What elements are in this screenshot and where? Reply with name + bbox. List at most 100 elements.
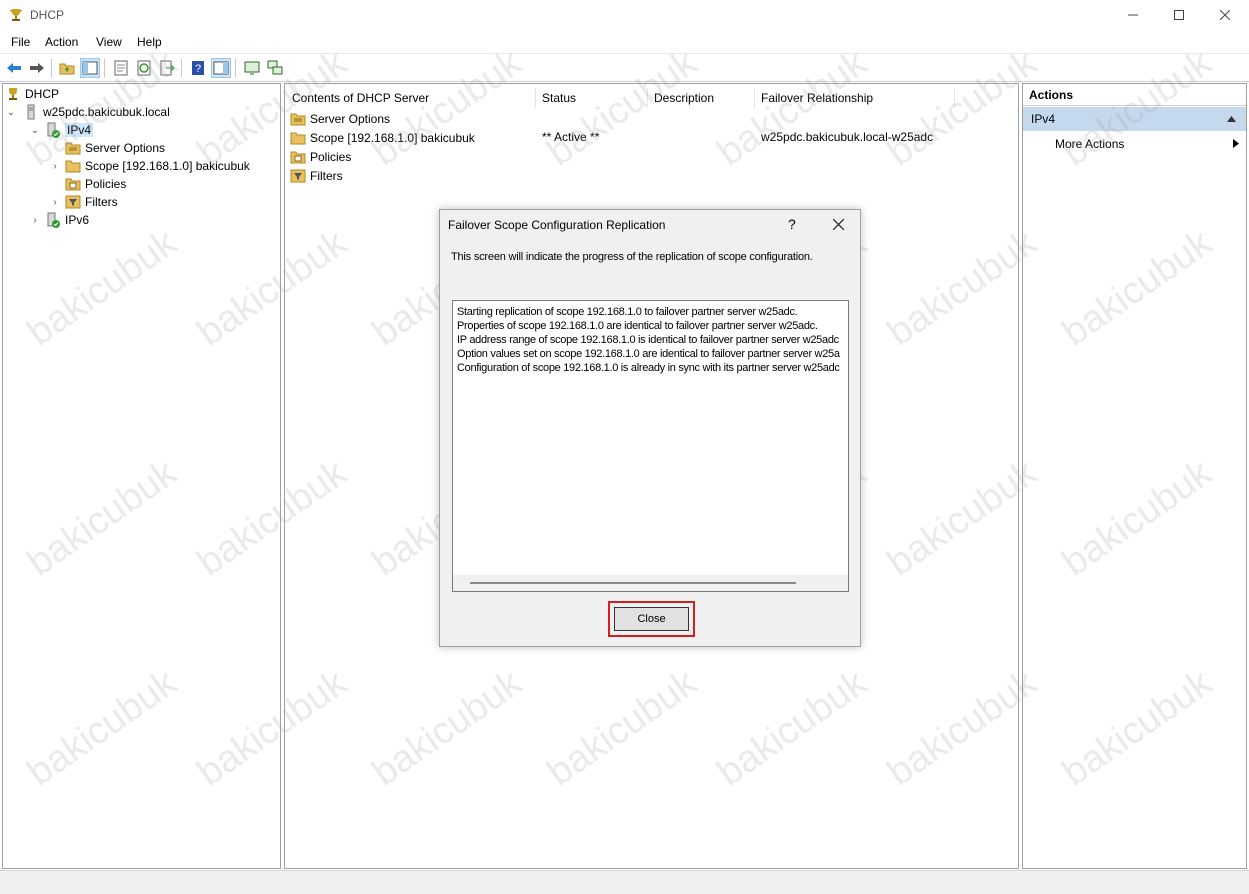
failover-replication-dialog: Failover Scope Configuration Replication…	[439, 209, 861, 647]
log-line: Starting replication of scope 192.168.1.…	[457, 306, 798, 318]
refresh-icon	[137, 60, 151, 76]
window-close-button[interactable]	[1202, 0, 1248, 30]
submenu-arrow-icon[interactable]	[1233, 139, 1239, 148]
minimize-button[interactable]	[1110, 0, 1156, 30]
list-item[interactable]: Policies	[290, 147, 1010, 166]
dialog-close-x-button[interactable]	[828, 214, 848, 234]
tree-node-server-options[interactable]: Server Options	[5, 139, 250, 157]
tree-node-scope[interactable]: › Scope [192.168.1.0] bakicubuk	[5, 157, 250, 175]
chevron-down-icon[interactable]: ⌄	[5, 106, 17, 118]
minimize-icon	[1128, 14, 1138, 16]
close-button[interactable]: Close	[614, 607, 689, 631]
ipv6-check-icon	[47, 212, 60, 228]
tree-node-server[interactable]: ⌄ w25pdc.bakicubuk.local	[5, 103, 250, 121]
actions-group-ipv4[interactable]: IPv4	[1023, 107, 1246, 131]
row-name: Scope [192.168.1.0] bakicubuk	[310, 130, 475, 145]
row-name: Server Options	[310, 111, 391, 126]
tree-label-dhcp: DHCP	[25, 87, 60, 101]
menu-help[interactable]: Help	[137, 35, 162, 49]
toolbar-separator	[235, 59, 236, 77]
tree-label-ipv6: IPv6	[65, 213, 90, 227]
menu-file[interactable]: File	[11, 35, 30, 49]
network-servers-button[interactable]	[265, 58, 285, 78]
back-button[interactable]	[4, 58, 24, 78]
chevron-down-icon[interactable]: ⌄	[29, 124, 41, 136]
tree-node-filters[interactable]: › Filters	[5, 193, 250, 211]
menu-view[interactable]: View	[96, 35, 122, 49]
up-one-level-button[interactable]	[57, 58, 77, 78]
contents-list: Server Options Scope [192.168.1.0] bakic…	[290, 109, 1010, 185]
list-item[interactable]: Filters	[290, 166, 1010, 185]
svg-text:?: ?	[195, 63, 201, 75]
folder-icon	[290, 132, 306, 144]
tree-node-dhcp[interactable]: DHCP	[5, 85, 250, 103]
show-hide-console-tree-button[interactable]	[80, 58, 100, 78]
chevron-right-icon[interactable]: ›	[29, 214, 41, 226]
column-header-description[interactable]: Description	[648, 88, 755, 108]
chevron-right-icon[interactable]: ›	[49, 196, 61, 208]
server-icon	[27, 104, 35, 120]
server-authorize-button[interactable]	[242, 58, 262, 78]
export-list-button[interactable]	[157, 58, 177, 78]
dialog-description: This screen will indicate the progress o…	[451, 251, 813, 263]
console-tree-icon	[82, 61, 98, 75]
dhcp-trophy-icon	[9, 88, 17, 100]
network-monitors-icon	[267, 60, 283, 75]
properties-button[interactable]	[111, 58, 131, 78]
close-icon	[832, 218, 844, 230]
column-header-failover[interactable]: Failover Relationship	[755, 88, 955, 108]
refresh-button[interactable]	[134, 58, 154, 78]
filter-icon	[290, 169, 306, 182]
toolbar-separator	[181, 59, 182, 77]
help-book-icon: ?	[192, 61, 204, 75]
column-header-status[interactable]: Status	[536, 88, 648, 108]
tree-label-ipv4: IPv4	[65, 123, 94, 137]
help-button[interactable]: ?	[188, 58, 208, 78]
log-line: Configuration of scope 192.168.1.0 is al…	[457, 362, 840, 374]
menu-action[interactable]: Action	[45, 35, 78, 49]
list-item[interactable]: Scope [192.168.1.0] bakicubuk ** Active …	[290, 128, 1010, 147]
policies-icon	[290, 151, 306, 163]
maximize-icon	[1174, 10, 1184, 20]
forward-button[interactable]	[27, 58, 47, 78]
show-hide-action-pane-button[interactable]	[211, 58, 231, 78]
log-line: Properties of scope 192.168.1.0 are iden…	[457, 320, 818, 332]
close-icon	[1220, 10, 1230, 20]
replication-log[interactable]: Starting replication of scope 192.168.1.…	[452, 300, 849, 592]
list-item[interactable]: Server Options	[290, 109, 1010, 128]
status-bar	[0, 870, 1249, 894]
dialog-help-button[interactable]: ?	[788, 216, 796, 232]
server-options-icon	[290, 113, 306, 125]
policies-icon	[65, 178, 81, 191]
tree-node-policies[interactable]: Policies	[5, 175, 250, 193]
window-title: DHCP	[30, 8, 65, 22]
collapse-up-icon[interactable]	[1227, 116, 1236, 122]
row-name: Policies	[310, 149, 352, 164]
row-status: ** Active **	[542, 130, 600, 144]
action-more-actions[interactable]: More Actions	[1055, 137, 1124, 151]
actions-group-label: IPv4	[1031, 112, 1056, 126]
row-failover: w25pdc.bakicubuk.local-w25adc	[761, 130, 934, 144]
horizontal-scrollbar[interactable]	[453, 575, 848, 591]
folder-up-icon	[59, 63, 75, 75]
folder-icon	[65, 160, 81, 173]
maximize-button[interactable]	[1156, 0, 1202, 30]
tree-node-ipv6[interactable]: › IPv6	[5, 211, 250, 229]
column-header-contents[interactable]: Contents of DHCP Server	[286, 88, 536, 108]
row-name: Filters	[310, 168, 343, 183]
menu-bar: File Action View Help	[0, 31, 1249, 53]
console-tree-pane: DHCP ⌄ w25pdc.bakicubuk.local ⌄ IPv4 Ser…	[2, 83, 281, 869]
tree-node-ipv4[interactable]: ⌄ IPv4	[5, 121, 250, 139]
dhcp-trophy-icon	[10, 9, 22, 21]
chevron-right-icon[interactable]: ›	[49, 160, 61, 172]
tree-label-server: w25pdc.bakicubuk.local	[43, 105, 170, 119]
scrollbar-thumb[interactable]	[470, 582, 796, 584]
tree-label-policies: Policies	[85, 177, 127, 191]
log-line: Option values set on scope 192.168.1.0 a…	[457, 348, 840, 360]
tree-label-filters: Filters	[85, 195, 118, 209]
monitor-icon	[244, 61, 260, 75]
console-tree: DHCP ⌄ w25pdc.bakicubuk.local ⌄ IPv4 Ser…	[5, 85, 250, 229]
actions-pane: Actions IPv4 More Actions	[1022, 83, 1247, 869]
actions-title: Actions	[1023, 84, 1246, 106]
tree-label-scope: Scope [192.168.1.0] bakicubuk	[85, 159, 250, 173]
